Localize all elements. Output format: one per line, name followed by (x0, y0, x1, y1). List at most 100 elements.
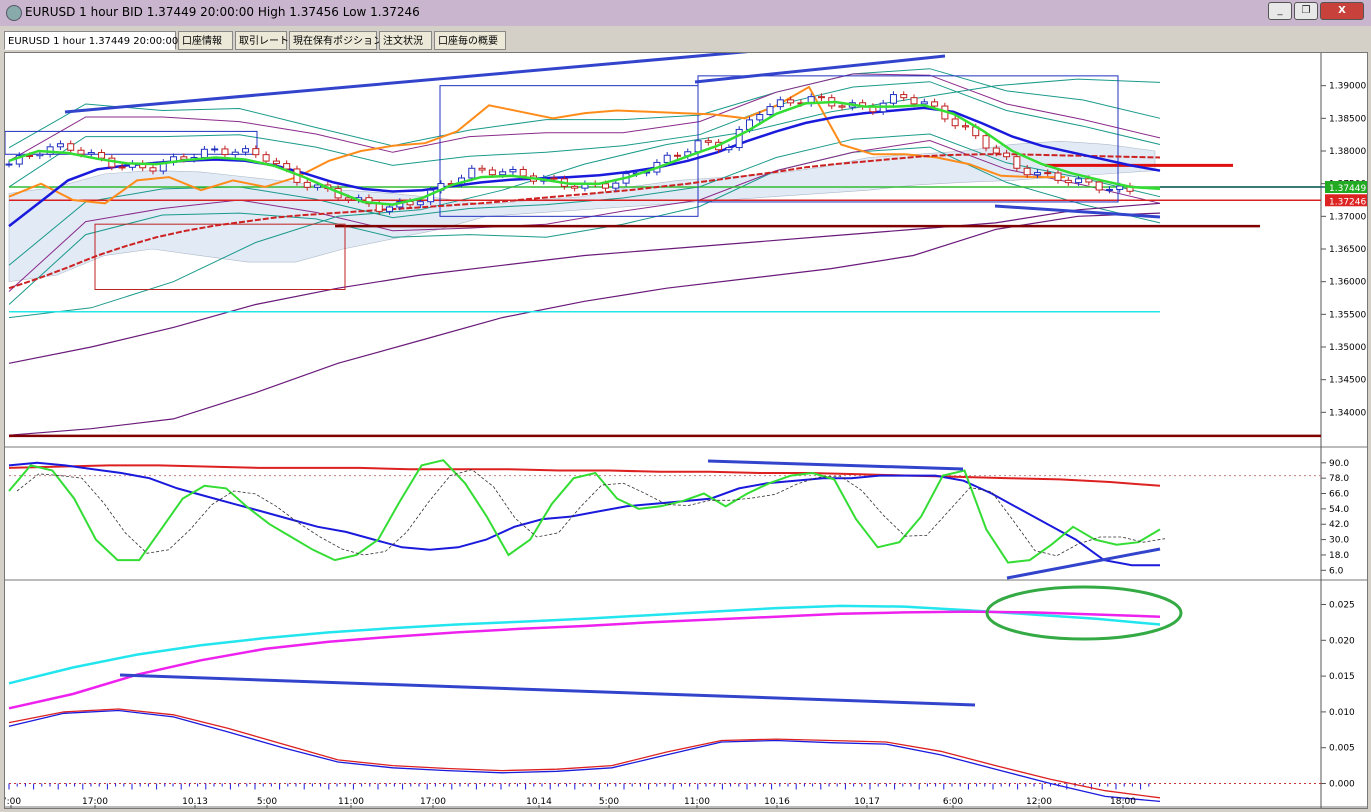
candle-body (252, 148, 260, 156)
x-axis-label: 10.14 (526, 797, 552, 807)
candle-body (992, 147, 1000, 154)
candle-body (77, 149, 85, 155)
x-axis-label: 10.16 (764, 797, 790, 807)
candle-body (200, 148, 208, 159)
candle-body (416, 201, 424, 206)
price-axis-tick-label: 1.39000 (1329, 82, 1366, 92)
x-axis-label: 5:00 (257, 797, 277, 807)
candle-body (1095, 181, 1103, 191)
candle-body (478, 167, 486, 171)
osc-axis-tick-label: 42.0 (1329, 520, 1349, 530)
candle-body (98, 152, 106, 159)
candle-body (766, 106, 774, 116)
tab-account-info[interactable]: 口座情報 (178, 31, 233, 50)
candle-body (694, 140, 702, 153)
candle-body (5, 163, 13, 166)
osc-axis-tick-label: 18.0 (1329, 551, 1349, 561)
tab-orders[interactable]: 注文状況 (379, 31, 432, 50)
low-label: 1.37246 (1329, 197, 1366, 207)
x-axis-label: 18:00 (1110, 797, 1136, 807)
candle-body (817, 96, 825, 99)
osc-axis-tick-label: 6.0 (1329, 566, 1344, 576)
candle-body (375, 203, 383, 212)
macd-axis-tick-label: 0.000 (1329, 780, 1355, 790)
candle-body (889, 94, 897, 104)
panel-bg-1 (5, 450, 1321, 578)
candle-body (272, 160, 280, 165)
candle-body (704, 140, 712, 143)
x-axis-label: 10.17 (854, 797, 880, 807)
macd-axis-tick-label: 0.005 (1329, 744, 1355, 754)
candle-body (242, 148, 250, 153)
candle-body (787, 99, 795, 104)
tab-rates[interactable]: 取引レート (235, 31, 289, 50)
tab-positions[interactable]: 現在保有ポジション (289, 31, 383, 50)
osc-axis-tick-label: 30.0 (1329, 536, 1349, 546)
price-axis-tick-label: 1.36500 (1329, 245, 1366, 255)
app-icon (6, 5, 22, 21)
macd-axis-tick-label: 0.020 (1329, 636, 1355, 646)
restore-button[interactable]: ❐ (1294, 2, 1318, 20)
candle-body (612, 182, 620, 189)
candle-body (1044, 172, 1052, 175)
candle-body (488, 169, 496, 176)
minimize-button[interactable]: _ (1268, 2, 1292, 20)
candle-body (982, 135, 990, 149)
x-axis-label: 11:00 (684, 797, 710, 807)
x-axis-label: 12:00 (1026, 797, 1052, 807)
candle-body (961, 125, 969, 128)
price-axis-tick-label: 1.37000 (1329, 212, 1366, 222)
bid-label: 1.37449 (1329, 184, 1366, 194)
macd-axis-tick-label: 0.010 (1329, 708, 1355, 718)
tab-account-summary[interactable]: 口座毎の概要 (434, 31, 506, 50)
macd-axis-tick-label: 0.025 (1329, 600, 1355, 610)
x-axis-label: 7:00 (5, 797, 21, 807)
x-axis-label: 17:00 (82, 797, 108, 807)
x-axis-label: 11:00 (338, 797, 364, 807)
candle-body (571, 185, 579, 189)
x-axis-label: 6:00 (943, 797, 963, 807)
candle-body (283, 163, 291, 170)
candle-body (211, 148, 219, 151)
macd-axis-tick-label: 0.015 (1329, 672, 1355, 682)
price-axis-tick-label: 1.34000 (1329, 408, 1366, 418)
candle-body (87, 152, 95, 155)
close-button[interactable]: X (1320, 2, 1364, 20)
candle-body (67, 143, 75, 151)
candle-body (735, 128, 743, 149)
candle-body (221, 148, 229, 156)
candle-body (663, 154, 671, 163)
tab-bar: EURUSD 1 hour 1.37449 20:00:00 口座情報 取引レー… (0, 30, 1371, 52)
candle-body (673, 154, 681, 157)
candle-body (118, 166, 126, 169)
x-axis-label: 5:00 (599, 797, 619, 807)
osc-axis-tick-label: 54.0 (1329, 505, 1349, 515)
chart-area[interactable]: 1.390001.385001.380001.375001.370001.365… (1, 37, 1368, 809)
chart-canvas[interactable]: 1.390001.385001.380001.375001.370001.365… (1, 37, 1367, 808)
candle-body (1033, 172, 1041, 176)
candle-body (1064, 179, 1072, 184)
candle-body (951, 118, 959, 127)
candle-body (776, 99, 784, 108)
price-axis-tick-label: 1.35500 (1329, 310, 1366, 320)
candle-body (725, 147, 733, 151)
price-axis-tick-label: 1.36000 (1329, 278, 1366, 288)
osc-axis-tick-label: 66.0 (1329, 490, 1349, 500)
candle-body (910, 97, 918, 105)
candle-body (499, 171, 507, 176)
candle-body (468, 167, 476, 179)
candle-body (519, 168, 527, 177)
candle-body (756, 114, 764, 121)
candle-body (1023, 167, 1031, 176)
candle-body (262, 154, 270, 162)
candle-body (231, 151, 239, 156)
price-axis-tick-label: 1.38000 (1329, 147, 1366, 157)
candle-body (1054, 172, 1062, 181)
candle-body (920, 101, 928, 105)
title-bar: EURUSD 1 hour BID 1.37449 20:00:00 High … (0, 0, 1371, 26)
x-axis-label: 10.13 (182, 797, 208, 807)
candle-body (601, 183, 609, 189)
window-title: EURUSD 1 hour BID 1.37449 20:00:00 High … (25, 5, 420, 19)
tab-chart[interactable]: EURUSD 1 hour 1.37449 20:00:00 (4, 31, 178, 50)
x-axis-label: 17:00 (420, 797, 446, 807)
